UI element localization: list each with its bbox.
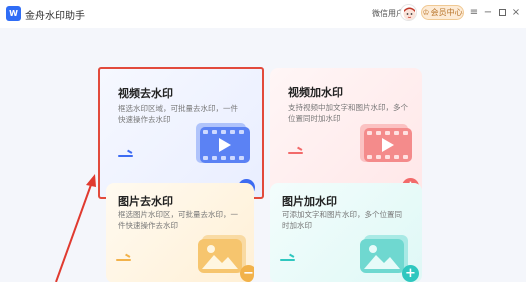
arrow-right-icon	[288, 148, 304, 156]
remove-badge-icon: −	[240, 265, 254, 282]
main-area: 视频去水印 框选水印区域，可批量去水印，一件快速操作去水印 − 视频加水印 支持…	[0, 28, 526, 282]
avatar[interactable]	[400, 4, 417, 21]
maximize-icon[interactable]	[496, 5, 508, 19]
add-badge-icon: +	[402, 265, 419, 282]
card-title: 图片去水印	[118, 196, 173, 208]
card-description: 可添加文字和图片水印，多个位置同时加水印	[282, 210, 402, 230]
avatar-face-icon	[403, 7, 416, 20]
card-description: 框选图片水印区，可批量去水印，一件快速操作去水印	[118, 210, 238, 230]
close-icon[interactable]: ×	[510, 5, 522, 19]
member-center-label: 会员中心	[430, 8, 463, 17]
card-title: 视频去水印	[118, 88, 173, 100]
card-image-add-watermark[interactable]: 图片加水印 可添加文字和图片水印，多个位置同时加水印 +	[270, 183, 422, 282]
card-title: 图片加水印	[282, 196, 337, 208]
card-image-remove-watermark[interactable]: 图片去水印 框选图片水印区，可批量去水印，一件快速操作去水印 −	[106, 183, 254, 282]
minimize-icon[interactable]: −	[482, 5, 494, 19]
menu-icon[interactable]: ≡	[468, 5, 480, 19]
card-video-add-watermark[interactable]: 视频加水印 支持视频中加文字和图片水印，多个位置同时加水印 +	[270, 68, 422, 196]
video-film-icon	[360, 124, 412, 162]
app-logo-icon: W	[6, 6, 21, 21]
member-center-button[interactable]: ♔ 会员中心	[421, 5, 464, 20]
arrow-right-icon	[118, 151, 134, 159]
crown-icon: ♔	[422, 8, 430, 17]
title-bar: W 金舟水印助手 微信用户 ♔ 会员中心 ≡ − ×	[0, 0, 526, 28]
card-title: 视频加水印	[288, 87, 343, 99]
video-film-icon	[196, 123, 250, 163]
arrow-right-icon	[280, 255, 296, 263]
card-video-remove-watermark[interactable]: 视频去水印 框选水印区域，可批量去水印，一件快速操作去水印 −	[98, 67, 264, 199]
arrow-right-icon	[116, 255, 132, 263]
app-title: 金舟水印助手	[25, 11, 85, 22]
